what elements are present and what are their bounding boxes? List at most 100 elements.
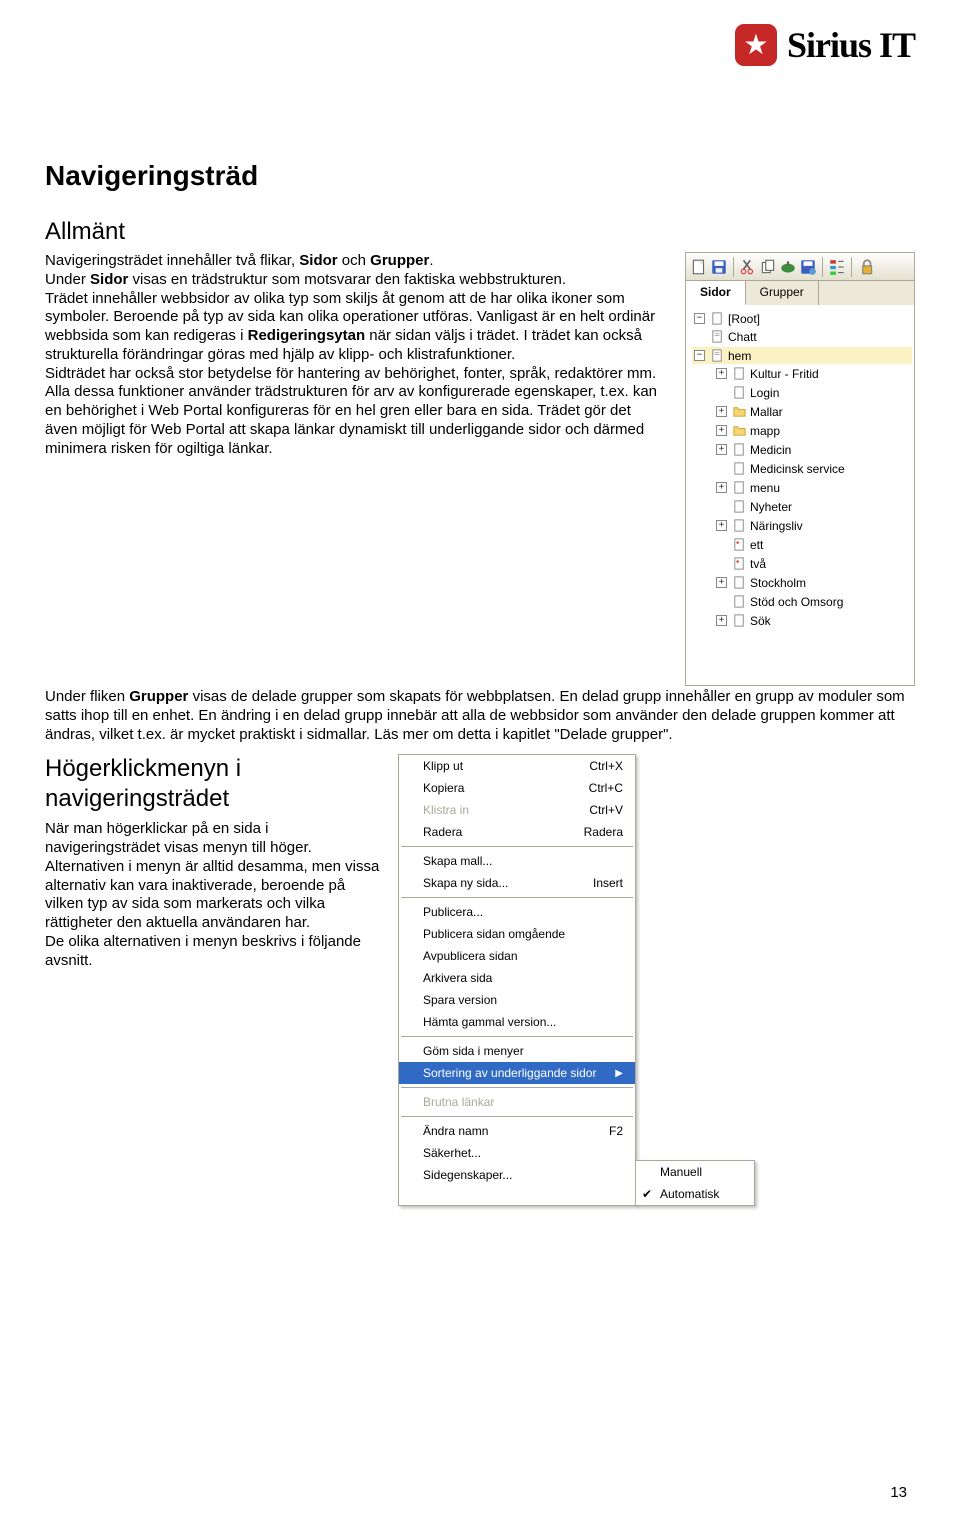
tree-item-mallar[interactable]: +Mallar <box>714 403 912 420</box>
expand-icon[interactable]: + <box>716 368 727 379</box>
tree-label: två <box>750 557 766 571</box>
tree-item-nyheter[interactable]: Nyheter <box>714 498 912 515</box>
context-menus: Klipp utCtrl+X KopieraCtrl+C Klistra inC… <box>398 754 755 1206</box>
para3: När man högerklickar på en sida i navige… <box>45 820 380 970</box>
permissions-icon[interactable] <box>857 258 875 276</box>
tree-label: [Root] <box>728 312 760 326</box>
logo-mark: ★ <box>735 24 777 66</box>
check-icon: ✔ <box>642 1187 652 1201</box>
tree-item-medicin[interactable]: + Medicin <box>714 441 912 458</box>
save-icon[interactable] <box>710 258 728 276</box>
menu-separator <box>401 1116 633 1117</box>
page-title: Navigeringsträd <box>45 160 915 192</box>
logo: ★ Sirius IT <box>735 24 915 66</box>
menu-publicera[interactable]: Publicera... <box>399 901 635 923</box>
toolbar-separator <box>851 257 852 277</box>
tree-item-stod[interactable]: Stöd och Omsorg <box>714 593 912 610</box>
tree-label: Login <box>750 386 779 400</box>
expand-icon[interactable]: + <box>716 520 727 531</box>
tabs: Sidor Grupper <box>686 281 914 305</box>
submenu-automatisk[interactable]: ✔Automatisk <box>636 1183 754 1205</box>
page-icon <box>732 442 747 457</box>
submenu-manuell[interactable]: Manuell <box>636 1161 754 1183</box>
menu-gom-sida[interactable]: Göm sida i menyer <box>399 1040 635 1062</box>
toolbar-separator <box>822 257 823 277</box>
menu-skapa-ny-sida[interactable]: Skapa ny sida...Insert <box>399 872 635 894</box>
page-icon <box>732 480 747 495</box>
collapse-icon[interactable]: − <box>694 350 705 361</box>
tree-item-hem[interactable]: −hem <box>692 347 912 364</box>
page-icon <box>732 366 747 381</box>
menu-brutna-lankar: Brutna länkar <box>399 1091 635 1113</box>
expand-icon[interactable]: + <box>716 482 727 493</box>
menu-spara-version[interactable]: Spara version <box>399 989 635 1011</box>
tree-item-naringsliv[interactable]: + Näringsliv <box>714 517 912 534</box>
expand-icon[interactable]: + <box>716 406 727 417</box>
menu-separator <box>401 1087 633 1088</box>
tree-item-login[interactable]: Login <box>714 384 912 401</box>
tree-item-mapp[interactable]: + mapp <box>714 422 912 439</box>
tree-item-stockholm[interactable]: + Stockholm <box>714 574 912 591</box>
tree-label: Sök <box>750 614 771 628</box>
tree-root[interactable]: − [Root] <box>692 310 912 327</box>
toolbar-separator <box>733 257 734 277</box>
menu-klipp-ut[interactable]: Klipp utCtrl+X <box>399 755 635 777</box>
expand-icon[interactable]: + <box>716 425 727 436</box>
page-icon <box>732 499 747 514</box>
menu-separator <box>401 897 633 898</box>
collapse-icon[interactable]: − <box>694 313 705 324</box>
page-icon <box>732 613 747 628</box>
tree-label: Näringsliv <box>750 519 803 533</box>
menu-sortering[interactable]: Sortering av underliggande sidor▶ <box>399 1062 635 1084</box>
version-icon[interactable] <box>799 258 817 276</box>
context-menu-main: Klipp utCtrl+X KopieraCtrl+C Klistra inC… <box>398 754 636 1206</box>
tree-label: Chatt <box>728 330 757 344</box>
submenu-arrow-icon: ▶ <box>615 1068 623 1079</box>
tree-label: Kultur - Fritid <box>750 367 819 381</box>
para1: Navigeringsträdet innehåller två flikar,… <box>45 252 667 458</box>
menu-sakerhet[interactable]: Säkerhet... <box>399 1142 635 1164</box>
menu-avpublicera[interactable]: Avpublicera sidan <box>399 945 635 967</box>
menu-publicera-omg[interactable]: Publicera sidan omgående <box>399 923 635 945</box>
page-icon <box>732 461 747 476</box>
tree-item-sok[interactable]: + Sök <box>714 612 912 629</box>
tab-sidor[interactable]: Sidor <box>686 281 746 305</box>
menu-kopiera[interactable]: KopieraCtrl+C <box>399 777 635 799</box>
menu-arkivera[interactable]: Arkivera sida <box>399 967 635 989</box>
tree: − [Root] Chatt −hem + Kultur - Fritid Logi… <box>686 305 914 685</box>
expand-icon[interactable]: + <box>716 444 727 455</box>
page-icon <box>732 575 747 590</box>
tree-item-medserv[interactable]: Medicinsk service <box>714 460 912 477</box>
menu-sidegenskaper[interactable]: Sidegenskaper... <box>399 1164 635 1186</box>
expand-icon[interactable]: + <box>716 577 727 588</box>
para2-container: Under fliken Grupper visas de delade gru… <box>45 688 915 744</box>
tree-label: Medicin <box>750 443 791 457</box>
tree-item-ett[interactable]: ett <box>714 536 912 553</box>
tree-label: Medicinsk service <box>750 462 845 476</box>
page-number: 13 <box>890 1484 907 1501</box>
toolbar <box>686 253 914 281</box>
tree-icon[interactable] <box>828 258 846 276</box>
menu-radera[interactable]: RaderaRadera <box>399 821 635 843</box>
menu-andra-namn[interactable]: Ändra namnF2 <box>399 1120 635 1142</box>
tree-item-kultur[interactable]: + Kultur - Fritid <box>714 365 912 382</box>
tree-label: mapp <box>750 424 780 438</box>
menu-hamta-gammal[interactable]: Hämta gammal version... <box>399 1011 635 1033</box>
tab-grupper[interactable]: Grupper <box>746 281 819 305</box>
expand-icon[interactable]: + <box>716 615 727 626</box>
copy-icon[interactable] <box>759 258 777 276</box>
tree-label: ett <box>750 538 763 552</box>
page-icon <box>732 594 747 609</box>
menu-skapa-mall[interactable]: Skapa mall... <box>399 850 635 872</box>
section-allmant-text: Navigeringsträdet innehåller två flikar,… <box>45 252 667 686</box>
new-page-icon[interactable] <box>690 258 708 276</box>
menu-separator <box>401 846 633 847</box>
publish-icon[interactable] <box>779 258 797 276</box>
tree-item-chatt[interactable]: Chatt <box>692 328 912 345</box>
tree-label: Stockholm <box>750 576 806 590</box>
tree-item-tva[interactable]: två <box>714 555 912 572</box>
cut-icon[interactable] <box>739 258 757 276</box>
tree-item-menu[interactable]: +menu <box>714 479 912 496</box>
page-icon <box>732 385 747 400</box>
page-icon <box>732 518 747 533</box>
